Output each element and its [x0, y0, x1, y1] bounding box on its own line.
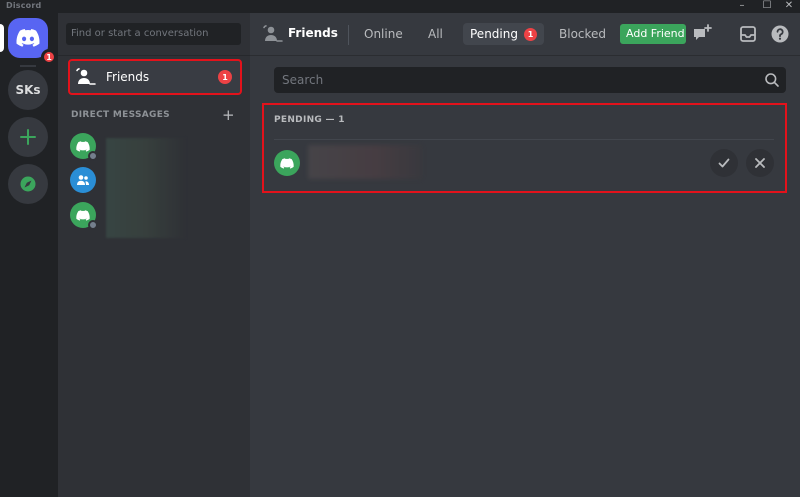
sidebar-item-friends[interactable]: Friends 1 [68, 59, 242, 95]
create-dm-button[interactable]: + [222, 106, 235, 124]
friends-label: Friends [106, 70, 150, 84]
new-group-dm-icon[interactable] [691, 23, 713, 45]
add-server-button[interactable] [8, 117, 48, 157]
pending-badge: 1 [523, 28, 537, 41]
minimize-button[interactable]: – [731, 0, 753, 13]
help-icon[interactable] [769, 23, 791, 45]
direct-messages-header: DIRECT MESSAGES [71, 110, 170, 120]
discord-logo-icon [16, 29, 40, 47]
home-button[interactable]: 1 [8, 18, 57, 65]
discord-avatar-icon [280, 157, 294, 169]
friends-search-input[interactable]: Search [274, 67, 786, 93]
row-divider [274, 139, 774, 140]
dm-item-avatar[interactable] [70, 133, 98, 161]
check-icon [718, 158, 730, 168]
pending-user-avatar[interactable] [274, 150, 300, 176]
add-friend-button[interactable]: Add Friend [620, 24, 686, 44]
pending-section: PENDING — 1 [262, 103, 787, 193]
friends-wave-icon [76, 68, 96, 85]
title-bar: Discord – ☐ ✕ [0, 0, 800, 13]
group-dm-icon [77, 175, 89, 185]
plus-icon [20, 129, 36, 145]
friends-topbar: Friends Online All Pending 1 Blocked Add … [250, 13, 800, 56]
search-icon [765, 73, 779, 87]
server-rail: 1 SKs [0, 13, 58, 497]
page-title: Friends [288, 26, 338, 40]
find-conversation-button[interactable]: Find or start a conversation [66, 23, 241, 45]
friends-badge: 1 [218, 70, 232, 84]
window-title: Discord [6, 1, 42, 10]
sidebar-divider [58, 55, 250, 56]
explore-servers-button[interactable] [8, 164, 48, 204]
status-indicator [88, 151, 98, 161]
home-badge: 1 [41, 49, 57, 65]
decline-request-button[interactable] [746, 149, 774, 177]
search-placeholder: Search [282, 73, 324, 87]
tab-all[interactable]: All [421, 23, 450, 45]
inbox-icon[interactable] [737, 23, 759, 45]
dm-item-avatar[interactable] [70, 202, 98, 230]
tab-pending-label: Pending [470, 27, 518, 41]
tab-blocked[interactable]: Blocked [552, 23, 613, 45]
friends-main: Friends Online All Pending 1 Blocked Add … [250, 13, 800, 497]
dm-sidebar: Find or start a conversation Friends 1 D… [58, 13, 250, 497]
tab-online[interactable]: Online [357, 23, 410, 45]
tab-divider [348, 25, 349, 45]
dm-item-group[interactable] [70, 167, 96, 193]
discord-app: Discord – ☐ ✕ 1 SKs Find or start a conv… [0, 0, 800, 497]
tab-pending[interactable]: Pending 1 [463, 23, 544, 45]
close-window-button[interactable]: ✕ [778, 0, 800, 13]
pending-header: PENDING — 1 [274, 115, 345, 125]
discord-avatar-icon [76, 140, 90, 152]
friends-wave-icon [263, 25, 283, 42]
blurred-names [106, 138, 186, 238]
blurred-username [308, 145, 422, 179]
maximize-button[interactable]: ☐ [756, 0, 778, 13]
rail-divider [20, 65, 36, 67]
compass-icon [20, 176, 36, 192]
close-icon [755, 158, 765, 168]
discord-avatar-icon [76, 209, 90, 221]
accept-request-button[interactable] [710, 149, 738, 177]
selected-indicator [0, 24, 4, 52]
status-indicator [88, 220, 98, 230]
server-sks[interactable]: SKs [8, 70, 48, 110]
